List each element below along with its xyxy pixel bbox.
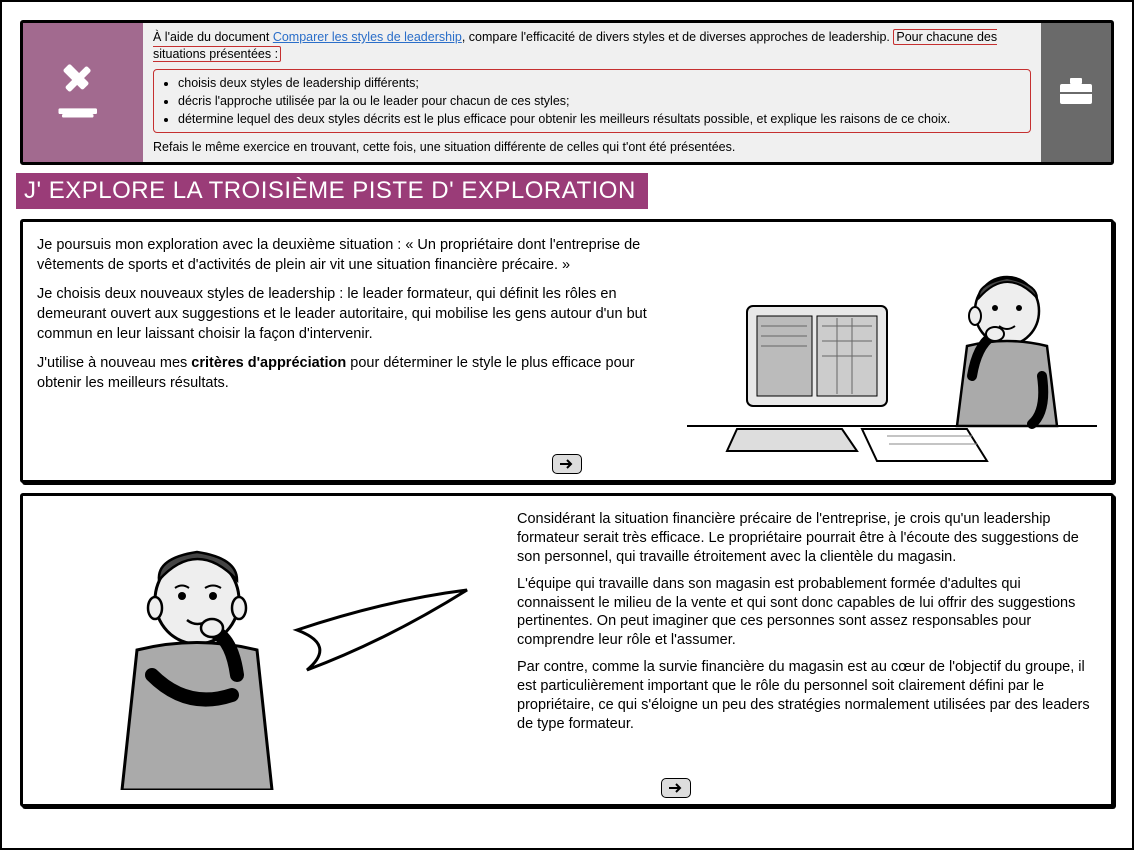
gavel-icon bbox=[48, 58, 118, 128]
panel1-p2: Je choisis deux nouveaux styles de leade… bbox=[37, 285, 677, 344]
panel2-illustration bbox=[37, 510, 497, 790]
briefcase-icon bbox=[1058, 78, 1094, 108]
panel1-p3: J'utilise à nouveau mes critères d'appré… bbox=[37, 354, 677, 393]
speech-bubble: Considérant la situation financière préc… bbox=[517, 510, 1097, 733]
instr-footer: Refais le même exercice en trouvant, cet… bbox=[153, 139, 1031, 156]
panel2-p3: Par contre, comme la survie financière d… bbox=[517, 658, 1097, 733]
panel1-text: Je poursuis mon exploration avec la deux… bbox=[37, 236, 677, 466]
instr-mid: , compare l'efficacité de divers styles … bbox=[462, 30, 894, 44]
panel2-p1: Considérant la situation financière préc… bbox=[517, 510, 1097, 567]
panel-1: Je poursuis mon exploration avec la deux… bbox=[20, 219, 1114, 483]
doc-link[interactable]: Comparer les styles de leadership bbox=[273, 30, 462, 44]
instr-bullet: détermine lequel des deux styles décrits… bbox=[178, 111, 1022, 128]
instruction-body: À l'aide du document Comparer les styles… bbox=[143, 23, 1041, 162]
next-button[interactable] bbox=[661, 778, 691, 798]
gavel-icon-block bbox=[23, 23, 143, 162]
next-button[interactable] bbox=[552, 454, 582, 474]
instruction-card: À l'aide du document Comparer les styles… bbox=[20, 20, 1114, 165]
person-thinking-illustration bbox=[37, 510, 497, 790]
panel2-p2: L'équipe qui travaille dans son magasin … bbox=[517, 575, 1097, 650]
panel1-illustration bbox=[687, 236, 1097, 466]
panel-2: Considérant la situation financière préc… bbox=[20, 493, 1114, 807]
person-at-computer-illustration bbox=[687, 236, 1097, 466]
instruction-list: choisis deux styles de leadership différ… bbox=[153, 69, 1031, 134]
panel2-text: Considérant la situation financière préc… bbox=[517, 510, 1097, 790]
instr-bullet: choisis deux styles de leadership différ… bbox=[178, 75, 1022, 92]
arrow-right-icon bbox=[559, 458, 575, 470]
instr-prefix: À l'aide du document bbox=[153, 30, 273, 44]
instr-bullet: décris l'approche utilisée par la ou le … bbox=[178, 93, 1022, 110]
panel1-p1: Je poursuis mon exploration avec la deux… bbox=[37, 236, 677, 275]
briefcase-icon-block bbox=[1041, 23, 1111, 162]
section-title: J' EXPLORE LA TROISIÈME PISTE D' EXPLORA… bbox=[16, 173, 648, 209]
arrow-right-icon bbox=[668, 782, 684, 794]
section-title-wrap: J' EXPLORE LA TROISIÈME PISTE D' EXPLORA… bbox=[16, 173, 1118, 209]
